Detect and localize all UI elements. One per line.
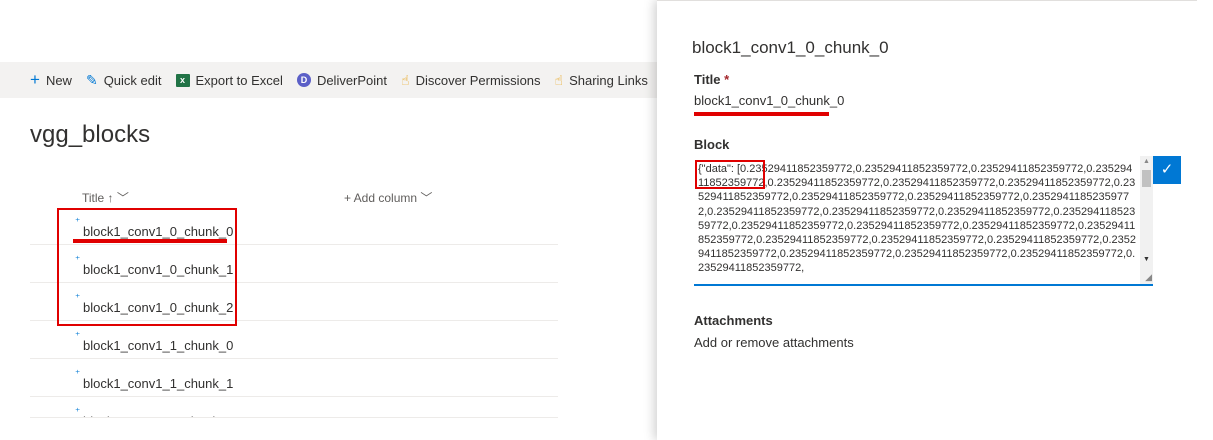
highlight-box <box>57 208 237 326</box>
add-column-button[interactable]: + Add column ﹀ <box>344 189 432 206</box>
column-header-title[interactable]: Title ↑ ﹀ <box>82 189 129 206</box>
quick-edit-label: Quick edit <box>103 72 162 88</box>
new-item-icon: ⁺ <box>75 407 81 418</box>
sharing-links-button[interactable]: ☝ Sharing Links <box>555 73 648 88</box>
sharing-links-label: Sharing Links <box>569 72 648 88</box>
new-button-label: New <box>45 72 72 88</box>
title-field-label: Title * <box>694 72 729 87</box>
block-field-label: Block <box>694 137 730 152</box>
deliverpoint-button[interactable]: D DeliverPoint <box>296 72 388 88</box>
confirm-button[interactable]: ✓ <box>1153 156 1181 184</box>
list-view: + New ✎ Quick edit x Export to Excel D D… <box>0 0 660 440</box>
row-title[interactable]: block1_conv1_1_chunk_1 <box>83 376 233 391</box>
panel-divider <box>657 0 1197 1</box>
hand-icon: ☝ <box>401 72 410 88</box>
discover-permissions-button[interactable]: ☝ Discover Permissions <box>401 73 541 88</box>
quick-edit-button[interactable]: ✎ Quick edit <box>86 73 162 88</box>
export-excel-button[interactable]: x Export to Excel <box>175 72 283 88</box>
pencil-icon: ✎ <box>85 72 98 88</box>
deliverpoint-label: DeliverPoint <box>316 72 388 88</box>
row-title[interactable]: block1_conv1_1_chunk_0 <box>83 338 233 353</box>
new-item-icon: ⁺ <box>75 331 81 342</box>
checkmark-icon: ✓ <box>1160 161 1174 178</box>
hand-icon: ☝ <box>554 72 564 88</box>
excel-icon: x <box>175 73 190 87</box>
scrollbar[interactable]: ▲ ▼ <box>1140 156 1153 284</box>
attachments-label: Attachments <box>694 313 773 328</box>
add-attachments-link[interactable]: Add or remove attachments <box>694 335 854 350</box>
scrollbar-thumb[interactable] <box>1142 170 1151 187</box>
command-bar: + New ✎ Quick edit x Export to Excel D D… <box>0 62 660 98</box>
new-button[interactable]: + New <box>30 70 72 89</box>
deliverpoint-icon: D <box>296 73 311 87</box>
table-row[interactable]: ⁺ block1_conv1_1_chunk_0 <box>30 321 558 359</box>
row-title[interactable]: block1_conv1_1_chunk_2 <box>83 414 233 417</box>
list-title: vgg_blocks <box>30 121 151 148</box>
new-item-icon: ⁺ <box>75 369 81 380</box>
panel-title: block1_conv1_0_chunk_0 <box>692 38 889 57</box>
table-row[interactable]: ⁺ block1_conv1_1_chunk_2 <box>30 397 558 418</box>
title-label-text: Title <box>694 72 721 87</box>
resize-handle-icon[interactable]: ◢ <box>1145 272 1152 283</box>
title-field[interactable]: block1_conv1_0_chunk_0 <box>694 93 844 108</box>
highlight-underline <box>73 239 227 243</box>
column-header-row: Title ↑ ﹀ + Add column ﹀ <box>0 185 560 207</box>
export-excel-label: Export to Excel <box>195 72 283 88</box>
scroll-down-icon[interactable]: ▼ <box>1143 256 1150 263</box>
discover-permissions-label: Discover Permissions <box>415 72 541 88</box>
edit-panel: block1_conv1_0_chunk_0 Title * block1_co… <box>657 0 1213 440</box>
highlight-box <box>695 160 765 189</box>
required-marker: * <box>724 72 730 87</box>
plus-icon: + <box>30 70 40 89</box>
highlight-underline <box>694 112 829 116</box>
scroll-up-icon[interactable]: ▲ <box>1143 158 1150 165</box>
table-row[interactable]: ⁺ block1_conv1_1_chunk_1 <box>30 359 558 397</box>
